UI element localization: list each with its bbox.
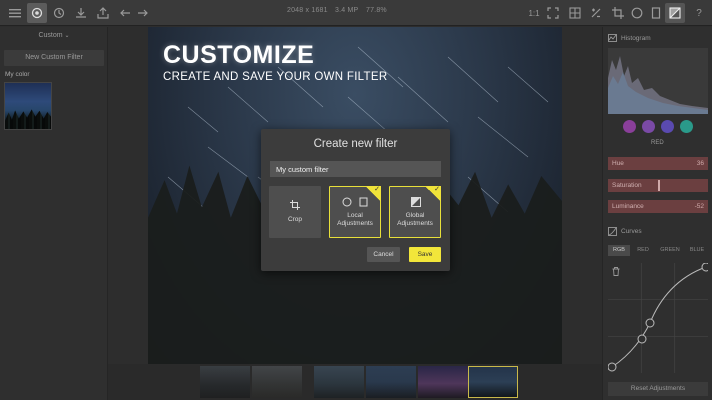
menu-icon[interactable] bbox=[5, 3, 25, 23]
compare-icon[interactable] bbox=[565, 3, 585, 23]
film-thumbnail[interactable] bbox=[418, 366, 468, 398]
export-icon[interactable] bbox=[93, 3, 113, 23]
checkmark-icon: ✓ bbox=[365, 186, 381, 202]
crop-icon[interactable] bbox=[608, 3, 628, 23]
my-filter-thumbnail[interactable] bbox=[4, 82, 52, 130]
slider-handle[interactable] bbox=[658, 180, 660, 191]
hue-slider[interactable]: Hue 36 bbox=[608, 157, 708, 170]
option-local-adjustments[interactable]: Local Adjustments ✓ bbox=[329, 186, 381, 238]
curve-point-handle[interactable] bbox=[607, 362, 617, 372]
histogram-chart bbox=[608, 48, 708, 114]
filters-category-header[interactable]: Custom ⌄ bbox=[0, 32, 108, 39]
promo-headline: CUSTOMIZE bbox=[163, 41, 315, 69]
zoom-level: 77.8% bbox=[366, 7, 387, 14]
slider-value: -52 bbox=[694, 203, 704, 210]
download-icon[interactable] bbox=[71, 3, 91, 23]
trash-icon[interactable] bbox=[612, 267, 620, 276]
filter-icon[interactable] bbox=[27, 3, 47, 23]
histogram-icon bbox=[608, 34, 617, 42]
curve-channel-tabs: RGB RED GREEN BLUE bbox=[608, 245, 708, 256]
vignette-icon[interactable] bbox=[627, 3, 647, 23]
selected-color-label: RED bbox=[651, 140, 664, 146]
crop-icon bbox=[290, 200, 300, 210]
tab-green[interactable]: GREEN bbox=[656, 245, 684, 256]
slider-label: Luminance bbox=[612, 203, 644, 210]
color-swatch-magenta[interactable] bbox=[623, 120, 636, 133]
film-thumbnail[interactable] bbox=[314, 366, 364, 398]
help-icon[interactable]: ? bbox=[689, 3, 709, 23]
film-thumbnail[interactable] bbox=[252, 366, 302, 398]
tab-red[interactable]: RED bbox=[632, 245, 654, 256]
curves-editor[interactable] bbox=[607, 262, 711, 373]
color-swatch-purple[interactable] bbox=[642, 120, 655, 133]
option-label: Local Adjustments bbox=[337, 212, 373, 227]
create-filter-dialog: Create new filter Crop Local Adjustments… bbox=[261, 129, 450, 271]
slider-label: Hue bbox=[612, 160, 624, 167]
film-thumbnail-selected[interactable] bbox=[468, 366, 518, 398]
option-label: Global Adjustments bbox=[397, 212, 433, 227]
global-adjustments-icon bbox=[411, 197, 421, 207]
option-label: Crop bbox=[287, 216, 303, 223]
adjust-icon[interactable] bbox=[586, 3, 606, 23]
image-dimensions: 2048 x 1681 bbox=[287, 7, 328, 14]
reset-adjustments-button[interactable]: Reset Adjustments bbox=[608, 382, 708, 396]
promo-subheadline: CREATE AND SAVE YOUR OWN FILTER bbox=[163, 71, 388, 83]
luminance-slider[interactable]: Luminance -52 bbox=[608, 200, 708, 213]
my-filter-label: My color bbox=[5, 71, 30, 78]
checkmark-icon: ✓ bbox=[425, 186, 441, 202]
tab-rgb[interactable]: RGB bbox=[608, 245, 630, 256]
histogram-label: Histogram bbox=[621, 35, 651, 42]
history-icon[interactable] bbox=[49, 3, 69, 23]
save-button[interactable]: Save bbox=[409, 247, 441, 262]
adjustments-icon[interactable] bbox=[665, 3, 685, 23]
top-toolbar: 2048 x 1681 3.4 MP 77.8% 1:1 ? bbox=[0, 0, 712, 26]
frame-icon[interactable] bbox=[646, 3, 666, 23]
new-custom-filter-button[interactable]: New Custom Filter bbox=[4, 50, 104, 66]
film-thumbnail[interactable] bbox=[366, 366, 416, 398]
photo-editor-app: 2048 x 1681 3.4 MP 77.8% 1:1 ? Custom ⌄ … bbox=[0, 0, 712, 400]
fit-icon[interactable] bbox=[543, 3, 563, 23]
color-swatch-teal[interactable] bbox=[680, 120, 693, 133]
chevron-down-icon: ⌄ bbox=[64, 33, 70, 39]
option-crop[interactable]: Crop bbox=[269, 186, 321, 238]
curves-label: Curves bbox=[621, 228, 642, 235]
curve-point-handle[interactable] bbox=[637, 334, 647, 344]
filters-panel: Custom ⌄ New Custom Filter My color bbox=[0, 27, 108, 400]
saturation-slider[interactable]: Saturation bbox=[608, 179, 708, 192]
slider-value: 36 bbox=[696, 160, 704, 167]
zoom-ratio-button[interactable]: 1:1 bbox=[524, 3, 544, 23]
curves-icon bbox=[608, 227, 617, 236]
undo-icon[interactable] bbox=[115, 3, 135, 23]
color-swatch-blue[interactable] bbox=[661, 120, 674, 133]
image-megapixels: 3.4 MP bbox=[335, 7, 359, 14]
filters-category-label: Custom bbox=[38, 32, 63, 39]
curve-point-handle[interactable] bbox=[645, 318, 655, 328]
dialog-title: Create new filter bbox=[313, 138, 398, 150]
curve-point-handle[interactable] bbox=[701, 262, 711, 272]
film-thumbnail[interactable] bbox=[200, 366, 250, 398]
cancel-button[interactable]: Cancel bbox=[367, 247, 400, 262]
option-global-adjustments[interactable]: Global Adjustments ✓ bbox=[389, 186, 441, 238]
filmstrip bbox=[108, 364, 602, 400]
slider-label: Saturation bbox=[612, 182, 642, 189]
tab-blue[interactable]: BLUE bbox=[686, 245, 708, 256]
adjustments-panel: Histogram RED Hue 36 Saturation Luminanc… bbox=[602, 27, 712, 400]
filter-name-input[interactable] bbox=[270, 161, 441, 177]
redo-icon[interactable] bbox=[133, 3, 153, 23]
